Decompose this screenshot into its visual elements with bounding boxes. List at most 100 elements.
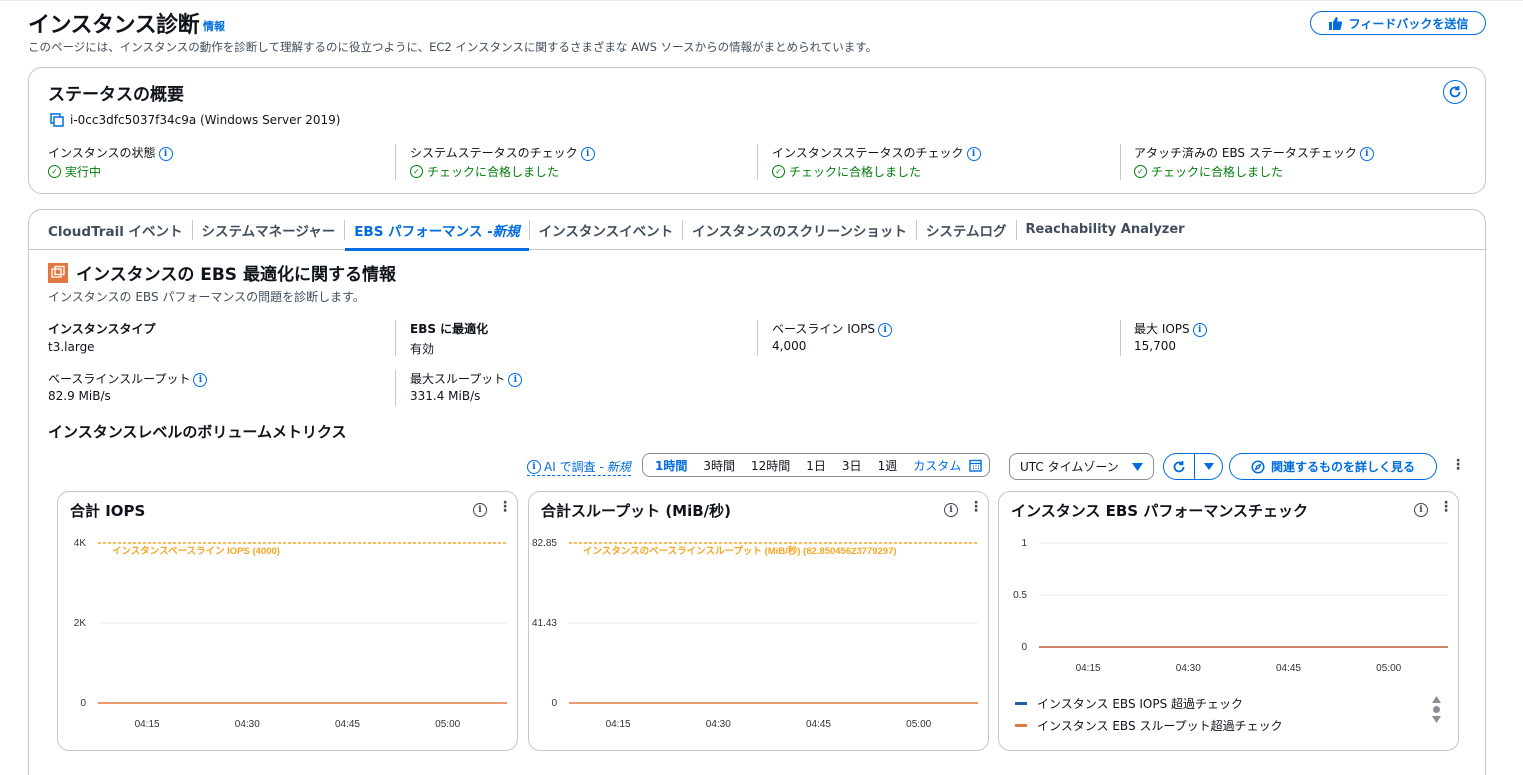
y-tick-label: 0.5 [1013, 590, 1027, 601]
field-label: ベースラインスループット [48, 372, 191, 386]
info-icon[interactable]: i [966, 146, 981, 161]
divider [395, 144, 396, 180]
x-tick-label: 04:45 [1276, 663, 1301, 674]
refresh-status-button[interactable] [1443, 80, 1467, 104]
range-12h[interactable]: 12時間 [743, 457, 798, 474]
range-custom[interactable]: カスタム [905, 457, 969, 474]
tab-system-log[interactable]: システムログ [917, 210, 1016, 250]
info-icon[interactable]: i [1414, 503, 1428, 517]
success-check-icon: ✓ [48, 165, 61, 178]
ai-investigate-link[interactable]: i AI で調査 - 新規 [527, 458, 631, 476]
copy-icon[interactable] [50, 113, 64, 127]
tab-cloudtrail-events[interactable]: CloudTrail イベント [39, 210, 192, 250]
range-1h[interactable]: 1時間 [647, 457, 695, 474]
timezone-value: UTC タイムゾーン [1020, 460, 1119, 474]
x-tick-label: 04:15 [1076, 663, 1101, 674]
field-value: 4,000 [772, 339, 807, 353]
y-tick-label: 41.43 [532, 618, 557, 629]
status-item-system-check: システムステータスのチェック i ✓ チェックに合格しました [410, 144, 595, 180]
send-feedback-button[interactable]: フィードバックを送信 [1310, 11, 1486, 35]
tab-label: システムログ [925, 223, 1007, 240]
x-tick-label: 04:15 [606, 719, 631, 730]
tab-instance-screenshot[interactable]: インスタンスのスクリーンショット [683, 210, 916, 250]
calendar-icon[interactable] [969, 459, 982, 472]
widget-menu-icon[interactable]: ⋮ [1439, 499, 1453, 515]
info-icon[interactable]: i [878, 322, 893, 337]
range-3h[interactable]: 3時間 [695, 457, 743, 474]
refresh-icon [1449, 86, 1461, 98]
y-tick-label: 1 [1021, 538, 1027, 549]
range-3d[interactable]: 3日 [834, 457, 870, 474]
field-baseline-iops: ベースライン IOPS i 4,000 [772, 320, 893, 353]
y-tick-label: 4K [74, 538, 87, 549]
divider [395, 320, 396, 356]
range-1d[interactable]: 1日 [798, 457, 834, 474]
info-icon[interactable]: i [158, 146, 173, 161]
info-icon[interactable]: i [944, 503, 958, 517]
legend-swatch [1015, 723, 1027, 727]
y-tick-label: 0 [551, 698, 557, 709]
legend-label: インスタンス EBS スループット超過チェック [1037, 718, 1283, 733]
x-tick-label: 04:30 [235, 719, 260, 730]
info-icon[interactable]: i [580, 146, 595, 161]
x-tick-label: 04:45 [335, 719, 360, 730]
metrics-title: インスタンスレベルのボリュームメトリクス [48, 423, 347, 441]
more-options-icon[interactable]: ⋮ [1451, 457, 1465, 473]
caret-down-icon [1132, 462, 1143, 471]
tab-bar: CloudTrail イベント システムマネージャー EBS パフォーマンス -… [29, 210, 1487, 251]
caret-up-icon[interactable] [1432, 696, 1441, 703]
status-item-ebs-check: アタッチ済みの EBS ステータスチェック i ✓ チェックに合格しました [1134, 144, 1374, 180]
time-range-selector: 1時間 3時間 12時間 1日 3日 1週 カスタム [642, 453, 991, 477]
widget-menu-icon[interactable]: ⋮ [498, 499, 512, 515]
caret-down-icon[interactable] [1432, 716, 1441, 723]
info-icon[interactable]: i [193, 372, 208, 387]
y-tick-label: 0 [1021, 642, 1027, 653]
legend-label: インスタンス EBS IOPS 超過チェック [1037, 696, 1244, 711]
field-max-throughput: 最大スループット i 331.4 MiB/s [410, 370, 523, 403]
tab-reachability-analyzer[interactable]: Reachability Analyzer [1017, 210, 1194, 250]
divider [1120, 144, 1121, 180]
explore-related-button[interactable]: 関連するものを詳しく見る [1229, 453, 1437, 480]
legend-item[interactable]: インスタンス EBS IOPS 超過チェック [1015, 692, 1283, 714]
y-tick-label: 2K [74, 618, 87, 629]
status-overview-title: ステータスの概要 [48, 85, 184, 105]
tab-label: CloudTrail イベント [48, 223, 183, 240]
info-icon[interactable]: i [473, 503, 487, 517]
refresh-metrics-button[interactable] [1164, 454, 1195, 479]
diagnostics-tabs-card: CloudTrail イベント システムマネージャー EBS パフォーマンス -… [28, 209, 1487, 775]
tab-ebs-performance[interactable]: EBS パフォーマンス - 新規 [345, 210, 530, 251]
widget-total-iops: 合計 IOPS i ⋮ 4K 2K 0 04:15 04:30 04:45 05:00 インス… [57, 491, 518, 751]
tab-systems-manager[interactable]: システムマネージャー [193, 210, 345, 250]
refresh-icon [1173, 460, 1185, 472]
tab-instance-events[interactable]: インスタンスイベント [530, 210, 682, 250]
page-title: インスタンス診断 [28, 13, 200, 38]
range-1w[interactable]: 1週 [870, 457, 906, 474]
y-tick-label: 82.85 [532, 538, 557, 549]
success-check-icon: ✓ [1134, 165, 1147, 178]
tab-label: インスタンスのスクリーンショット [692, 223, 907, 240]
status-item-instance-check: インスタンスステータスのチェック i ✓ チェックに合格しました [772, 144, 981, 180]
timezone-select[interactable]: UTC タイムゾーン [1009, 453, 1154, 480]
legend-item[interactable]: インスタンス EBS スループット超過チェック [1015, 714, 1283, 736]
field-label: 最大スループット [410, 372, 506, 386]
x-tick-label: 05:00 [906, 719, 931, 730]
widget-menu-icon[interactable]: ⋮ [969, 499, 983, 515]
divider [395, 370, 396, 406]
status-overview-card: ステータスの概要 i-0cc3dfc5037f34c9a (Windows Se… [28, 67, 1486, 194]
field-max-iops: 最大 IOPS i 15,700 [1134, 320, 1207, 353]
field-baseline-throughput: ベースラインスループット i 82.9 MiB/s [48, 370, 208, 403]
widget-total-throughput: 合計スループット (MiB/秒) i ⋮ 82.85 41.43 0 04:15 04:… [528, 491, 989, 751]
divider [1120, 320, 1121, 356]
widget-ebs-performance-check: インスタンス EBS パフォーマンスチェック i ⋮ 1 0.5 0 04:15 04:… [998, 491, 1459, 751]
field-label: 最大 IOPS [1134, 322, 1190, 336]
status-item-label: アタッチ済みの EBS ステータスチェック [1134, 146, 1357, 160]
ai-investigate-label: AI で調査 - [544, 460, 604, 474]
field-value: 有効 [410, 342, 435, 356]
info-icon[interactable]: i [508, 372, 523, 387]
legend-swatch [1015, 701, 1027, 705]
info-icon[interactable]: i [1192, 322, 1207, 337]
ebs-section-title: インスタンスの EBS 最適化に関する情報 [76, 265, 396, 285]
info-icon[interactable]: i [1359, 146, 1374, 161]
info-link[interactable]: 情報 [203, 18, 225, 34]
refresh-interval-dropdown[interactable] [1195, 463, 1222, 470]
